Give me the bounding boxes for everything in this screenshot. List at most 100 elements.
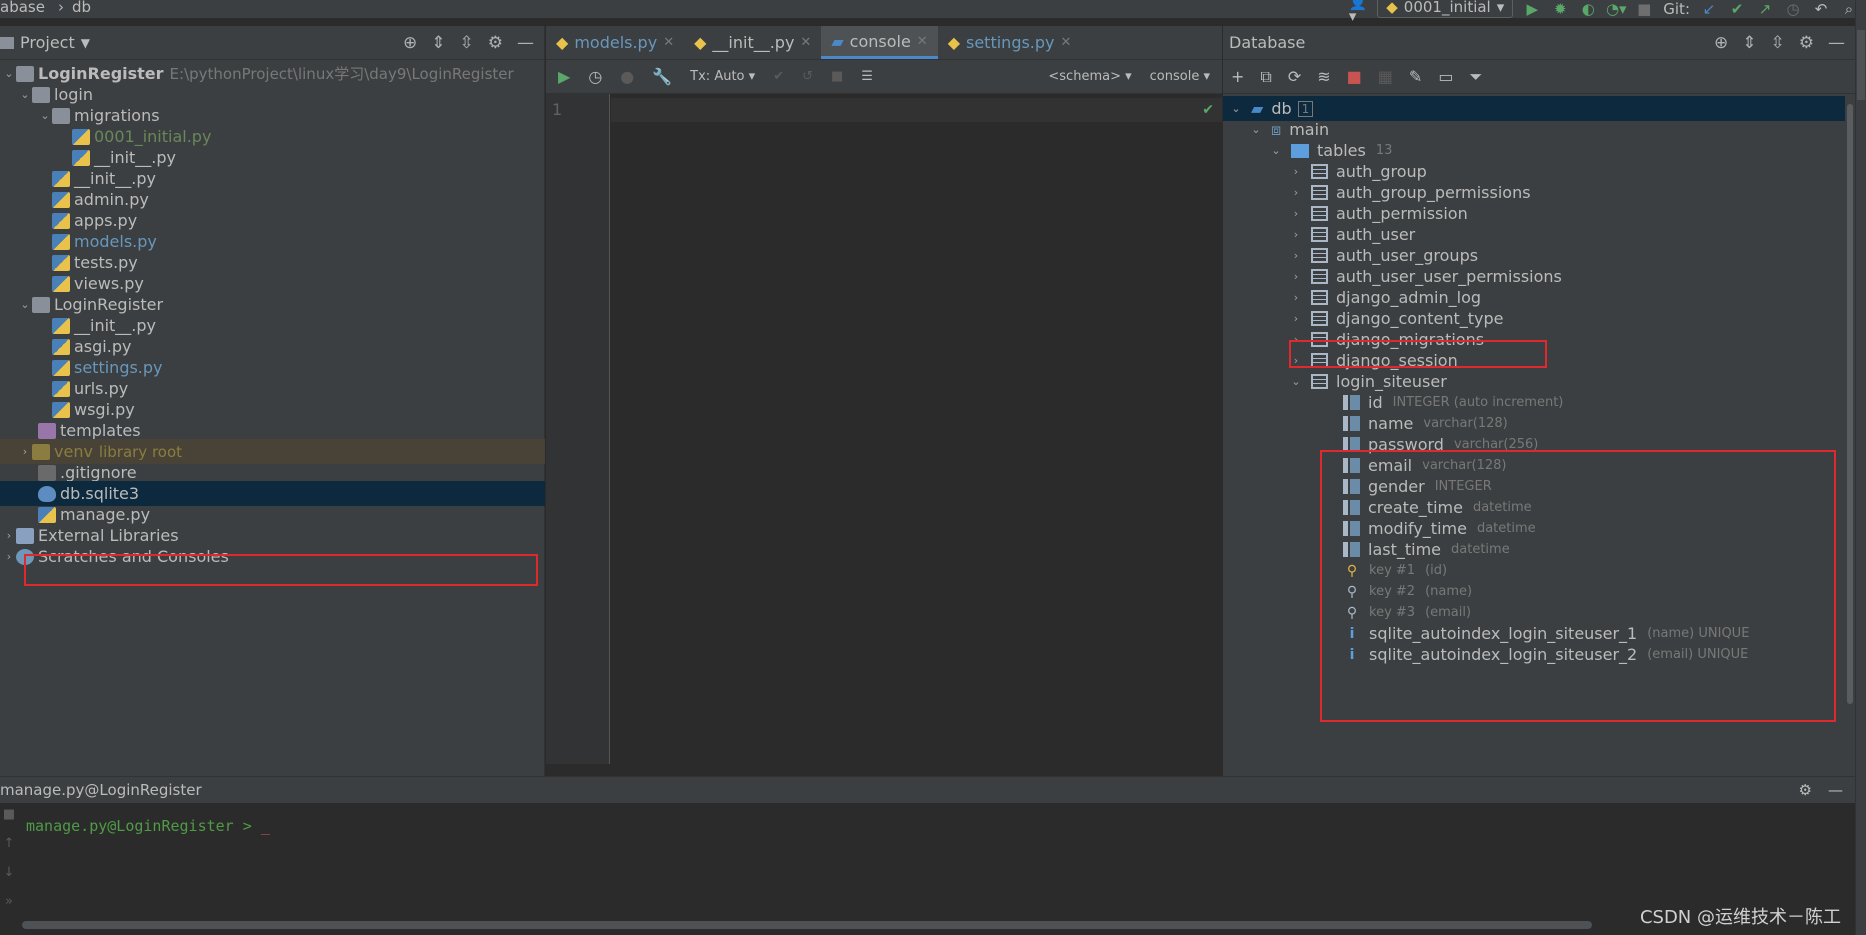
project-view-selector[interactable]: Project — [20, 33, 75, 52]
history-icon[interactable]: ◷ — [588, 67, 602, 86]
tree-item-label: db.sqlite3 — [60, 484, 140, 503]
filter-icon[interactable]: ⏷ — [1469, 67, 1482, 87]
collapse-all-icon[interactable]: ⇳ — [1771, 33, 1785, 53]
disconnect-icon[interactable]: ■ — [1347, 67, 1362, 86]
tree-item-label: tests.py — [74, 253, 138, 272]
chevron-right-icon[interactable]: › — [2, 550, 16, 563]
rollback-icon[interactable]: ↺ — [802, 69, 813, 84]
git-push-icon[interactable]: ↗ — [1756, 0, 1774, 18]
chevron-down-icon[interactable]: ▼ — [81, 36, 90, 50]
profile-icon[interactable]: ◔▾ — [1606, 0, 1627, 18]
table-icon — [1311, 269, 1328, 284]
chevron-right-icon[interactable]: › — [18, 445, 32, 458]
python-file-icon — [72, 149, 90, 166]
chevron-right-icon[interactable]: › — [1289, 270, 1303, 283]
close-icon[interactable]: ✕ — [663, 35, 674, 50]
refresh-icon[interactable]: ⟳ — [1288, 67, 1301, 86]
git-history-icon[interactable]: ◷ — [1784, 0, 1802, 18]
gear-icon[interactable]: ⚙ — [1799, 781, 1812, 799]
chevron-down-icon[interactable]: ⌄ — [2, 67, 16, 80]
run-config-selector[interactable]: ◆ 0001_initial ▾ — [1377, 0, 1514, 18]
chevron-down-icon[interactable]: ⌄ — [18, 298, 32, 311]
chevron-right-icon[interactable]: › — [2, 529, 16, 542]
chevron-down-icon[interactable]: ⌄ — [1249, 123, 1263, 136]
minimize-icon[interactable]: — — [517, 33, 534, 53]
gear-icon[interactable]: ⚙ — [1799, 33, 1814, 53]
tree-item-label: LoginRegister — [38, 64, 164, 83]
breadcrumb-db[interactable]: db — [72, 0, 91, 15]
chevron-right-icon[interactable]: › — [1289, 249, 1303, 262]
table-icon[interactable]: ▦ — [1378, 67, 1393, 86]
table-label: django_admin_log — [1336, 288, 1482, 307]
chevron-right-icon[interactable]: › — [1289, 312, 1303, 325]
expand-all-icon[interactable]: ⇕ — [1742, 33, 1756, 53]
right-tool-strip — [1855, 0, 1866, 935]
arrow-down-icon[interactable]: ↓ — [4, 865, 15, 880]
close-icon[interactable]: ✕ — [800, 35, 811, 50]
code-input[interactable] — [611, 98, 1222, 122]
terminal-scrollbar[interactable] — [22, 921, 1592, 929]
console-selector[interactable]: console ▾ — [1150, 69, 1210, 84]
chevron-right-icon[interactable]: › — [1289, 228, 1303, 241]
table-icon — [1311, 206, 1328, 221]
chevron-down-icon[interactable]: ⌄ — [38, 109, 52, 122]
tab-models[interactable]: ◆ models.py ✕ — [546, 26, 684, 59]
collapse-all-icon[interactable]: ⇳ — [460, 33, 474, 53]
stop-icon[interactable]: ■ — [831, 69, 843, 84]
locate-icon[interactable]: ⊕ — [403, 33, 417, 53]
datasource-label: db — [1271, 99, 1292, 118]
add-icon[interactable]: + — [1231, 67, 1244, 86]
schema-selector[interactable]: <schema> ▾ — [1048, 69, 1131, 84]
stop-icon[interactable]: ■ — [3, 807, 15, 822]
execute-icon[interactable]: ▶ — [558, 67, 570, 86]
commit-icon[interactable]: ✔ — [773, 69, 784, 84]
git-rollback-icon[interactable]: ↶ — [1812, 0, 1830, 18]
tx-mode-selector[interactable]: Tx: Auto ▾ — [690, 69, 755, 84]
minimize-icon[interactable]: — — [1828, 781, 1843, 799]
chevron-right-icon[interactable]: › — [1289, 186, 1303, 199]
chevron-right-icon[interactable]: › — [1289, 165, 1303, 178]
edit-icon[interactable]: ✎ — [1409, 67, 1422, 86]
minimize-icon[interactable]: — — [1828, 33, 1845, 53]
chevron-down-icon[interactable]: ⌄ — [1229, 102, 1243, 115]
terminal-input[interactable]: manage.py@LoginRegister > _ — [26, 817, 270, 835]
folder-icon — [0, 36, 14, 49]
chevron-right-icon[interactable]: › — [1289, 291, 1303, 304]
arrow-up-icon[interactable]: ↑ — [4, 836, 15, 851]
copy-icon[interactable]: ⧉ — [1260, 67, 1271, 87]
schema-label: <schema> — [1048, 69, 1121, 84]
breadcrumb-datasource[interactable]: abase — [0, 0, 45, 15]
db-scrollbar[interactable] — [1845, 96, 1855, 716]
wrench-icon[interactable]: 🔧 — [652, 67, 672, 86]
git-commit-icon[interactable]: ✔ — [1728, 0, 1746, 18]
tab-console[interactable]: ▰ console ✕ — [821, 26, 938, 59]
locate-icon[interactable]: ⊕ — [1714, 33, 1728, 53]
properties-icon[interactable]: ≋ — [1317, 67, 1330, 86]
stop-icon[interactable]: ■ — [1635, 0, 1653, 18]
run-icon[interactable]: ▶ — [1523, 0, 1541, 18]
close-icon[interactable]: ✕ — [917, 34, 928, 49]
tree-item-label: asgi.py — [74, 337, 132, 356]
tables-count: 13 — [1375, 143, 1393, 158]
console-icon[interactable]: ▭ — [1438, 67, 1453, 86]
tab-init[interactable]: ◆ __init__.py ✕ — [684, 26, 821, 59]
expand-all-icon[interactable]: ⇕ — [431, 33, 445, 53]
tab-settings[interactable]: ◆ settings.py ✕ — [938, 26, 1082, 59]
chevron-down-icon[interactable]: ⌄ — [1289, 375, 1303, 388]
tree-item-label: __init__.py — [94, 148, 177, 167]
python-file-icon: ◆ — [694, 33, 707, 52]
output-icon[interactable]: ☰ — [861, 69, 873, 84]
user-icon[interactable]: 👤▾ — [1349, 0, 1368, 24]
chevron-down-icon[interactable]: ⌄ — [1269, 144, 1283, 157]
debug-icon[interactable]: ✹ — [1551, 0, 1569, 18]
database-stripe-button[interactable] — [1857, 30, 1865, 100]
close-icon[interactable]: ✕ — [1061, 35, 1072, 50]
chevron-down-icon[interactable]: ⌄ — [18, 88, 32, 101]
git-update-icon[interactable]: ↙ — [1700, 0, 1718, 18]
expand-icon[interactable]: » — [5, 894, 13, 909]
gear-icon[interactable]: ⚙ — [488, 33, 503, 53]
cancel-icon[interactable]: ● — [620, 67, 634, 86]
terminal-tab[interactable]: manage.py@LoginRegister — [0, 781, 202, 799]
chevron-right-icon[interactable]: › — [1289, 207, 1303, 220]
coverage-icon[interactable]: ◐ — [1579, 0, 1597, 18]
